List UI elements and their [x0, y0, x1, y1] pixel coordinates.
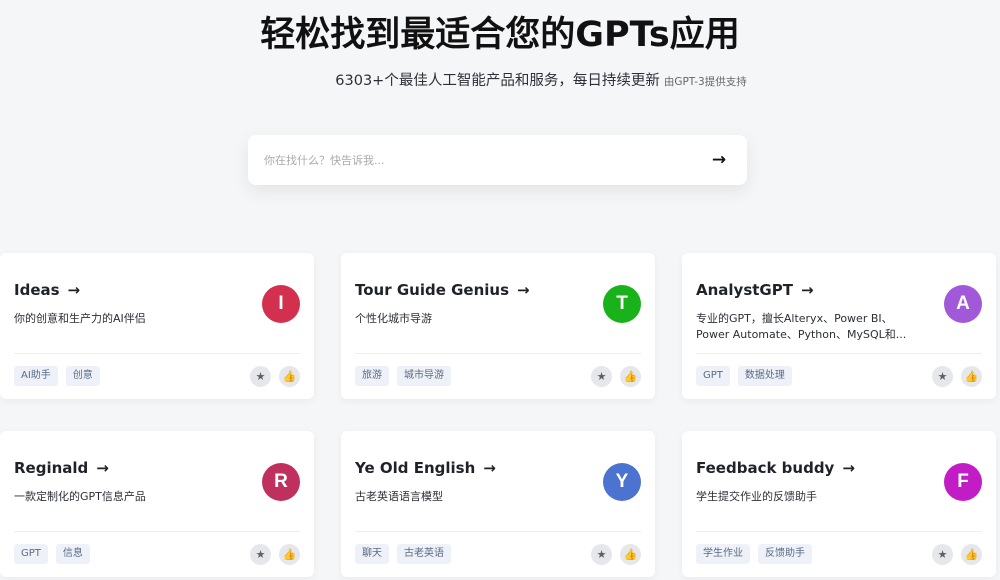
- card-actions: ★ 👍: [932, 544, 982, 565]
- card-title[interactable]: AnalystGPT →: [696, 281, 814, 299]
- thumbs-up-icon[interactable]: 👍: [279, 544, 300, 565]
- card-tags: AI助手 创意: [14, 366, 100, 386]
- tag[interactable]: 信息: [55, 544, 90, 564]
- thumbs-up-icon[interactable]: 👍: [620, 366, 641, 387]
- search-box: →: [248, 135, 747, 185]
- subtitle-text: 6303+个最佳人工智能产品和服务，每日持续更新: [335, 73, 660, 89]
- gpt-card-reginald[interactable]: Reginald → 一款定制化的GPT信息产品 R GPT 信息 ★ 👍: [0, 431, 314, 577]
- star-icon[interactable]: ★: [250, 366, 271, 387]
- thumbs-up-icon[interactable]: 👍: [620, 544, 641, 565]
- card-divider: [355, 531, 641, 532]
- tag[interactable]: 学生作业: [696, 544, 750, 564]
- card-actions: ★ 👍: [591, 544, 641, 565]
- arrow-right-icon: →: [842, 459, 855, 477]
- search-submit-arrow-icon[interactable]: →: [710, 150, 728, 170]
- avatar: I: [262, 285, 300, 323]
- arrow-right-icon: →: [800, 281, 814, 299]
- tag[interactable]: 数据处理: [737, 366, 792, 386]
- card-tags: GPT 数据处理: [696, 366, 792, 386]
- avatar: Y: [603, 463, 641, 501]
- tag[interactable]: 城市导游: [397, 366, 451, 386]
- tag[interactable]: 古老英语: [397, 544, 451, 564]
- card-title[interactable]: Reginald →: [14, 459, 109, 477]
- card-title[interactable]: Ideas →: [14, 281, 80, 299]
- card-description: 专业的GPT，擅长Alteryx、Power BI、Power Automate…: [696, 312, 907, 341]
- card-title-text[interactable]: Tour Guide Genius: [355, 281, 509, 299]
- tag[interactable]: 聊天: [355, 544, 389, 564]
- thumbs-up-icon[interactable]: 👍: [279, 366, 300, 387]
- star-icon[interactable]: ★: [250, 544, 271, 565]
- tag[interactable]: GPT: [14, 544, 48, 564]
- card-tags: 聊天 古老英语: [355, 544, 451, 564]
- card-tags: GPT 信息: [14, 544, 90, 564]
- card-divider: [355, 353, 641, 354]
- card-title[interactable]: Ye Old English →: [355, 459, 496, 477]
- card-title-text[interactable]: Feedback buddy: [696, 459, 834, 477]
- card-title-text[interactable]: Ideas: [14, 281, 60, 299]
- avatar: A: [944, 285, 982, 323]
- arrow-right-icon: →: [517, 281, 530, 299]
- card-description: 学生提交作业的反馈助手: [696, 490, 817, 503]
- card-divider: [696, 353, 982, 354]
- card-description: 一款定制化的GPT信息产品: [14, 490, 146, 503]
- tag[interactable]: 创意: [65, 366, 100, 386]
- card-tags: 学生作业 反馈助手: [696, 544, 812, 564]
- subtitle-powered-by: 由GPT-3提供支持: [663, 76, 747, 88]
- arrow-right-icon: →: [96, 459, 109, 477]
- tag[interactable]: 反馈助手: [758, 544, 812, 564]
- card-actions: ★ 👍: [250, 544, 300, 565]
- hero-section: 轻松找到最适合您的GPTs应用 6303+个最佳人工智能产品和服务，每日持续更新…: [0, 0, 1000, 250]
- card-title-text[interactable]: Reginald: [14, 459, 88, 477]
- tag[interactable]: GPT: [696, 366, 730, 386]
- gpt-card-ye-old-english[interactable]: Ye Old English → 古老英语语言模型 Y 聊天 古老英语 ★ 👍: [341, 431, 655, 577]
- card-title-text[interactable]: AnalystGPT: [696, 281, 793, 299]
- gpt-card-ideas[interactable]: Ideas → 你的创意和生产力的AI伴侣 I AI助手 创意 ★ 👍: [0, 253, 314, 399]
- tag[interactable]: 旅游: [355, 366, 389, 386]
- avatar: F: [944, 463, 982, 501]
- avatar: R: [262, 463, 300, 501]
- card-description: 你的创意和生产力的AI伴侣: [14, 312, 146, 325]
- arrow-right-icon: →: [67, 281, 81, 299]
- star-icon[interactable]: ★: [932, 366, 953, 387]
- thumbs-up-icon[interactable]: 👍: [961, 544, 982, 565]
- arrow-right-icon: →: [483, 459, 496, 477]
- page-title: 轻松找到最适合您的GPTs应用: [260, 15, 740, 55]
- card-description: 个性化城市导游: [355, 312, 432, 325]
- star-icon[interactable]: ★: [591, 366, 612, 387]
- card-actions: ★ 👍: [932, 366, 982, 387]
- card-tags: 旅游 城市导游: [355, 366, 451, 386]
- search-input[interactable]: [264, 135, 694, 185]
- tag[interactable]: AI助手: [14, 366, 58, 386]
- card-divider: [14, 531, 300, 532]
- card-title[interactable]: Tour Guide Genius →: [355, 281, 530, 299]
- avatar: T: [603, 285, 641, 323]
- gpt-card-analystgpt[interactable]: AnalystGPT → 专业的GPT，擅长Alteryx、Power BI、Po…: [682, 253, 996, 399]
- card-actions: ★ 👍: [250, 366, 300, 387]
- card-title-text[interactable]: Ye Old English: [355, 459, 475, 477]
- card-divider: [696, 531, 982, 532]
- gpt-card-feedback-buddy[interactable]: Feedback buddy → 学生提交作业的反馈助手 F 学生作业 反馈助手 …: [682, 431, 996, 577]
- thumbs-up-icon[interactable]: 👍: [961, 366, 982, 387]
- card-actions: ★ 👍: [591, 366, 641, 387]
- star-icon[interactable]: ★: [591, 544, 612, 565]
- card-description: 古老英语语言模型: [355, 490, 443, 503]
- page-subtitle: 6303+个最佳人工智能产品和服务，每日持续更新 由GPT-3提供支持: [0, 69, 1000, 90]
- star-icon[interactable]: ★: [932, 544, 953, 565]
- card-divider: [14, 353, 300, 354]
- card-title[interactable]: Feedback buddy →: [696, 459, 855, 477]
- gpt-card-tour-guide-genius[interactable]: Tour Guide Genius → 个性化城市导游 T 旅游 城市导游 ★ 👍: [341, 253, 655, 399]
